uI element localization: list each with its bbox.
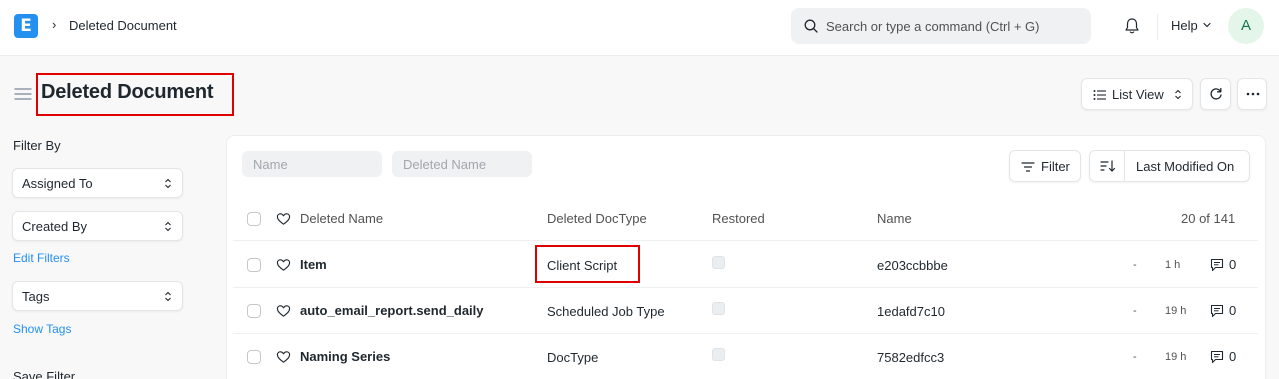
row-deleted-name-link[interactable]: Item	[300, 257, 327, 272]
row-checkbox[interactable]	[247, 258, 261, 272]
heart-icon[interactable]	[276, 350, 291, 364]
assigned-to-select[interactable]: Assigned To	[12, 168, 183, 198]
column-header-name[interactable]: Name	[877, 211, 912, 226]
sidebar-toggle-icon[interactable]	[14, 86, 32, 102]
list-view-label: List View	[1112, 87, 1164, 102]
navbar: E › Deleted Document Help A	[0, 0, 1279, 56]
refresh-button[interactable]	[1200, 78, 1231, 110]
result-count: 20 of 141	[1181, 211, 1236, 226]
sort-selector: Last Modified On	[1089, 150, 1250, 182]
chevron-down-icon[interactable]	[1202, 20, 1212, 30]
row-divider	[233, 333, 1258, 334]
tags-label: Tags	[22, 289, 50, 304]
created-by-select[interactable]: Created By	[12, 211, 183, 241]
row-restored-checkbox	[712, 302, 725, 315]
row-divider	[233, 287, 1258, 288]
navbar-divider	[1157, 14, 1158, 40]
select-caret-icon	[165, 178, 171, 189]
row-name[interactable]: 1edafd7c10	[877, 304, 945, 319]
comment-icon	[1210, 304, 1224, 318]
more-actions-button[interactable]	[1237, 78, 1267, 110]
app-logo[interactable]: E	[14, 14, 38, 38]
edit-filters-link[interactable]: Edit Filters	[13, 251, 70, 265]
search-icon	[804, 19, 818, 33]
name-filter-input[interactable]	[242, 151, 382, 177]
row-modified-time: 1 h	[1165, 259, 1181, 271]
row-dash: -	[1133, 351, 1137, 363]
row-deleted-name-link[interactable]: Naming Series	[300, 349, 390, 364]
select-all-checkbox[interactable]	[247, 212, 261, 226]
filter-label: Filter	[1041, 159, 1070, 174]
refresh-icon	[1210, 87, 1222, 100]
row-checkbox[interactable]	[247, 304, 261, 318]
heart-icon[interactable]	[276, 304, 291, 318]
row-deleted-doctype[interactable]: Client Script	[547, 258, 617, 273]
list-view-button[interactable]: List View	[1081, 78, 1193, 110]
row-checkbox[interactable]	[247, 350, 261, 364]
notification-bell-icon[interactable]	[1122, 16, 1142, 36]
search-input[interactable]	[826, 8, 1081, 44]
column-header-restored[interactable]: Restored	[712, 211, 765, 226]
list-icon	[1093, 90, 1106, 100]
filter-icon	[1021, 162, 1035, 172]
sort-by-button[interactable]: Last Modified On	[1136, 159, 1234, 174]
filter-button[interactable]: Filter	[1009, 150, 1081, 182]
row-deleted-doctype[interactable]: Scheduled Job Type	[547, 304, 665, 319]
sort-order-icon	[1100, 160, 1116, 172]
row-restored-checkbox	[712, 256, 725, 269]
row-deleted-doctype[interactable]: DocType	[547, 350, 598, 365]
breadcrumb[interactable]: Deleted Document	[69, 18, 177, 33]
column-header-deleted-name[interactable]: Deleted Name	[300, 211, 383, 226]
created-by-label: Created By	[22, 219, 88, 234]
row-comment-count: 0	[1229, 349, 1237, 364]
row-dash: -	[1133, 259, 1137, 271]
heart-icon[interactable]	[276, 212, 291, 226]
column-header-deleted-doctype[interactable]: Deleted DocType	[547, 211, 647, 226]
search-bar[interactable]	[791, 8, 1091, 44]
page-title: Deleted Document	[41, 81, 214, 103]
select-caret-icon	[1175, 89, 1181, 100]
select-caret-icon	[165, 221, 171, 232]
select-caret-icon	[165, 291, 171, 302]
sort-direction-button[interactable]	[1090, 151, 1125, 181]
show-tags-link[interactable]: Show Tags	[13, 322, 71, 336]
row-comment-count: 0	[1229, 257, 1237, 272]
row-name[interactable]: 7582edfcc3	[877, 350, 944, 365]
row-modified-time: 19 h	[1165, 351, 1187, 363]
comment-icon	[1210, 350, 1224, 364]
assigned-to-label: Assigned To	[22, 176, 93, 191]
row-deleted-name-link[interactable]: auto_email_report.send_daily	[300, 303, 484, 318]
row-restored-checkbox	[712, 348, 725, 361]
header-divider	[233, 240, 1258, 241]
row-dash: -	[1133, 305, 1137, 317]
deleted-name-filter-input[interactable]	[392, 151, 532, 177]
filter-by-heading: Filter By	[13, 138, 61, 153]
row-modified-time: 19 h	[1165, 305, 1187, 317]
more-icon	[1246, 92, 1260, 96]
save-filter-heading: Save Filter	[13, 369, 76, 379]
heart-icon[interactable]	[276, 258, 291, 272]
row-name[interactable]: e203ccbbbe	[877, 258, 948, 273]
user-avatar[interactable]: A	[1228, 8, 1264, 44]
breadcrumb-chevron-icon: ›	[52, 17, 57, 32]
comment-icon	[1210, 258, 1224, 272]
row-comment-count: 0	[1229, 303, 1237, 318]
help-menu[interactable]: Help	[1171, 18, 1198, 33]
tags-select[interactable]: Tags	[12, 281, 183, 311]
